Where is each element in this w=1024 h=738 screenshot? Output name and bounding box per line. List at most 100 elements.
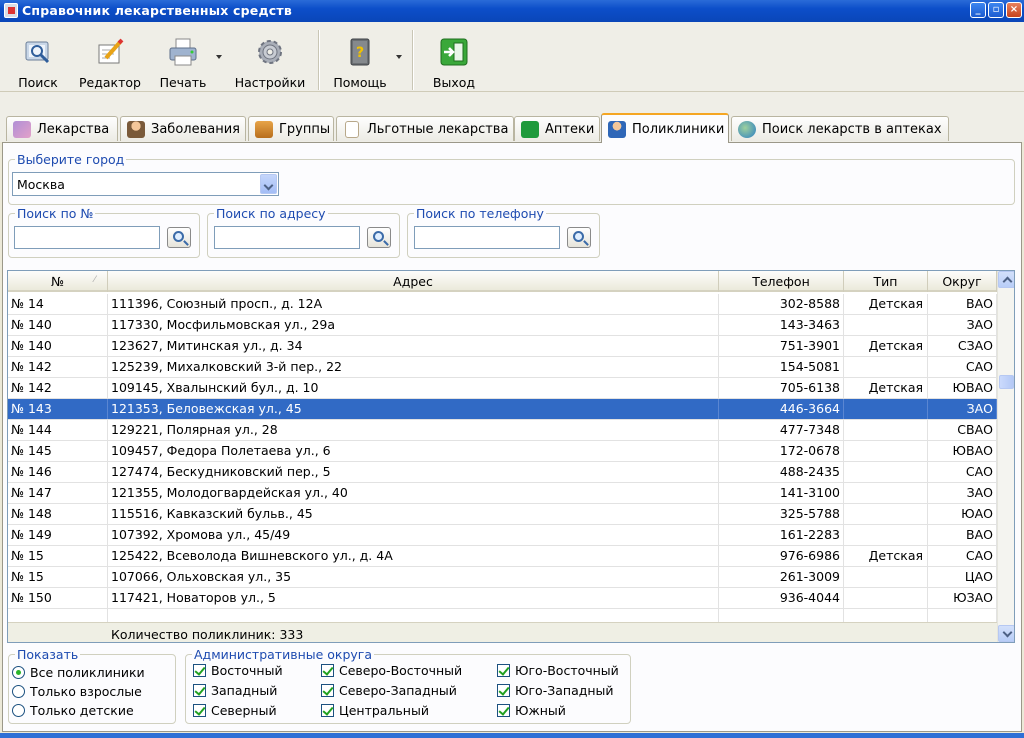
vertical-scrollbar[interactable] bbox=[997, 271, 1014, 642]
tab-medicines[interactable]: Лекарства bbox=[6, 116, 118, 141]
svg-text:?: ? bbox=[356, 45, 364, 61]
close-button[interactable]: × bbox=[1006, 2, 1022, 18]
checkbox-district-north-west-label[interactable]: Северо-Западный bbox=[339, 683, 457, 698]
tab-label: Заболевания bbox=[151, 122, 240, 137]
scroll-thumb[interactable] bbox=[999, 375, 1014, 389]
table-row[interactable]: № 142 109145, Хвалынский бул., д. 10 705-6… bbox=[8, 378, 997, 399]
search-by-address-button[interactable] bbox=[367, 227, 391, 248]
cell-phone: 143-3463 bbox=[719, 315, 844, 335]
toolbar: Поиск Редактор Печать Настройки ? Помощь… bbox=[0, 22, 1024, 92]
table-row[interactable]: № 15 125422, Всеволода Вишневского ул., д… bbox=[8, 546, 997, 567]
chevron-down-icon[interactable] bbox=[260, 174, 277, 194]
checkbox-district-north-label[interactable]: Северный bbox=[211, 703, 277, 718]
scroll-down-icon[interactable] bbox=[998, 625, 1014, 642]
column-header-address[interactable]: Адрес bbox=[108, 271, 719, 292]
search-toolbar-button[interactable]: Поиск bbox=[10, 28, 66, 90]
column-header-label: Телефон bbox=[752, 274, 810, 289]
search-by-phone-input[interactable] bbox=[414, 226, 560, 249]
print-dropdown-icon[interactable] bbox=[216, 55, 222, 59]
tab-label: Лекарства bbox=[37, 122, 110, 137]
table-row[interactable]: № 150 117421, Новаторов ул., 5 936-4044 ЮЗА… bbox=[8, 588, 997, 609]
checkbox-district-central-label[interactable]: Центральный bbox=[339, 703, 429, 718]
help-dropdown-icon[interactable] bbox=[396, 55, 402, 59]
checkbox-district-central[interactable] bbox=[321, 704, 334, 717]
cell-phone: 161-2283 bbox=[719, 525, 844, 545]
editor-toolbar-label: Редактор bbox=[79, 75, 141, 90]
column-header-district[interactable]: Округ bbox=[928, 271, 997, 292]
tab-clinics[interactable]: Поликлиники bbox=[601, 113, 729, 143]
scroll-up-icon[interactable] bbox=[998, 271, 1014, 288]
table-row[interactable]: № 146 127474, Бескудниковский пер., 5 488-… bbox=[8, 462, 997, 483]
table-row[interactable]: № 15 107066, Ольховская ул., 35 261-3009 ЦА… bbox=[8, 567, 997, 588]
checkbox-district-south-west[interactable] bbox=[497, 684, 510, 697]
cell-phone: 446-3664 bbox=[719, 399, 844, 419]
checkbox-district-east[interactable] bbox=[193, 664, 206, 677]
checkbox-district-east-label[interactable]: Восточный bbox=[211, 663, 283, 678]
checkbox-district-west[interactable] bbox=[193, 684, 206, 697]
clinics-grid[interactable]: № ⁄ Адрес Телефон Тип Округ № 14 111396, … bbox=[7, 270, 1015, 643]
clipboard-icon bbox=[345, 121, 359, 138]
table-row[interactable]: № 144 129221, Полярная ул., 28 477-7348 СВА… bbox=[8, 420, 997, 441]
checkbox-district-north[interactable] bbox=[193, 704, 206, 717]
radio-adults-only-label[interactable]: Только взрослые bbox=[30, 684, 142, 699]
search-by-address-input[interactable] bbox=[214, 226, 360, 249]
cell-number: № 146 bbox=[8, 462, 108, 482]
radio-children-only[interactable] bbox=[12, 704, 25, 717]
table-row[interactable]: № 140 117330, Мосфильмовская ул., 29а 143-… bbox=[8, 315, 997, 336]
table-row[interactable]: № 148 115516, Кавказский бульв., 45 325-57… bbox=[8, 504, 997, 525]
cell-district: ЗАО bbox=[928, 399, 997, 419]
table-row[interactable]: № 140 123627, Митинская ул., д. 34 751-390… bbox=[8, 336, 997, 357]
search-toolbar-label: Поиск bbox=[18, 75, 58, 90]
search-by-number-button[interactable] bbox=[167, 227, 191, 248]
tab-preferential-medicines[interactable]: Льготные лекарства bbox=[336, 116, 514, 141]
tab-strip: Лекарства Заболевания Группы Льготные ле… bbox=[0, 92, 1024, 143]
radio-all-clinics[interactable] bbox=[12, 666, 25, 679]
checkbox-district-north-east-label[interactable]: Северо-Восточный bbox=[339, 663, 462, 678]
checkbox-district-west-label[interactable]: Западный bbox=[211, 683, 277, 698]
tab-label: Льготные лекарства bbox=[367, 122, 509, 137]
tab-groups[interactable]: Группы bbox=[248, 116, 334, 141]
sort-indicator-icon: ⁄ bbox=[94, 275, 96, 285]
table-row[interactable]: № 143 121353, Беловежская ул., 45 446-3664… bbox=[8, 399, 997, 420]
cell-district: САО bbox=[928, 357, 997, 377]
city-select[interactable]: Москва bbox=[12, 172, 279, 196]
checkbox-district-south-west-label[interactable]: Юго-Западный bbox=[515, 683, 614, 698]
cell-district: ЮВАО bbox=[928, 441, 997, 461]
minimize-button[interactable]: _ bbox=[970, 2, 986, 18]
tab-search-medicines-in-pharmacies[interactable]: Поиск лекарств в аптеках bbox=[731, 116, 949, 141]
cell-number: № 15 bbox=[8, 567, 108, 587]
cell-phone: 261-3009 bbox=[719, 567, 844, 587]
editor-toolbar-button[interactable]: Редактор bbox=[76, 28, 144, 90]
maximize-button[interactable]: ▫ bbox=[988, 2, 1004, 18]
table-row[interactable]: № 147 121355, Молодогвардейская ул., 40 14… bbox=[8, 483, 997, 504]
checkbox-district-south[interactable] bbox=[497, 704, 510, 717]
radio-children-only-label[interactable]: Только детские bbox=[30, 703, 134, 718]
checkbox-district-north-east[interactable] bbox=[321, 664, 334, 677]
table-row[interactable]: № 142 125239, Михалковский 3-й пер., 22 15… bbox=[8, 357, 997, 378]
checkbox-district-south-east-label[interactable]: Юго-Восточный bbox=[515, 663, 619, 678]
toolbar-separator bbox=[412, 30, 414, 90]
help-toolbar-button[interactable]: ? Помощь bbox=[330, 28, 390, 90]
checkbox-district-north-west[interactable] bbox=[321, 684, 334, 697]
checkbox-district-south-label[interactable]: Южный bbox=[515, 703, 566, 718]
column-header-type[interactable]: Тип bbox=[844, 271, 928, 292]
tab-pharmacies[interactable]: Аптеки bbox=[514, 116, 600, 141]
print-toolbar-button[interactable]: Печать bbox=[154, 28, 212, 90]
cell-district: СВАО bbox=[928, 420, 997, 440]
checkbox-district-south-east[interactable] bbox=[497, 664, 510, 677]
cell-address: 109457, Федора Полетаева ул., 6 bbox=[108, 441, 719, 461]
column-header-phone[interactable]: Телефон bbox=[719, 271, 844, 292]
search-by-phone-button[interactable] bbox=[567, 227, 591, 248]
exit-toolbar-button[interactable]: Выход bbox=[428, 28, 480, 90]
column-header-number[interactable]: № bbox=[8, 271, 108, 292]
column-header-label: Адрес bbox=[393, 274, 433, 289]
search-by-number-input[interactable] bbox=[14, 226, 160, 249]
table-row[interactable]: № 145 109457, Федора Полетаева ул., 6 172-… bbox=[8, 441, 997, 462]
tab-diseases[interactable]: Заболевания bbox=[120, 116, 246, 141]
app-icon bbox=[4, 3, 18, 18]
radio-adults-only[interactable] bbox=[12, 685, 25, 698]
table-row[interactable]: № 149 107392, Хромова ул., 45/49 161-2283 В… bbox=[8, 525, 997, 546]
settings-toolbar-button[interactable]: Настройки bbox=[232, 28, 308, 90]
table-row[interactable]: № 14 111396, Союзный просп., д. 12А 302-85… bbox=[8, 294, 997, 315]
radio-all-clinics-label[interactable]: Все поликлиники bbox=[30, 665, 145, 680]
